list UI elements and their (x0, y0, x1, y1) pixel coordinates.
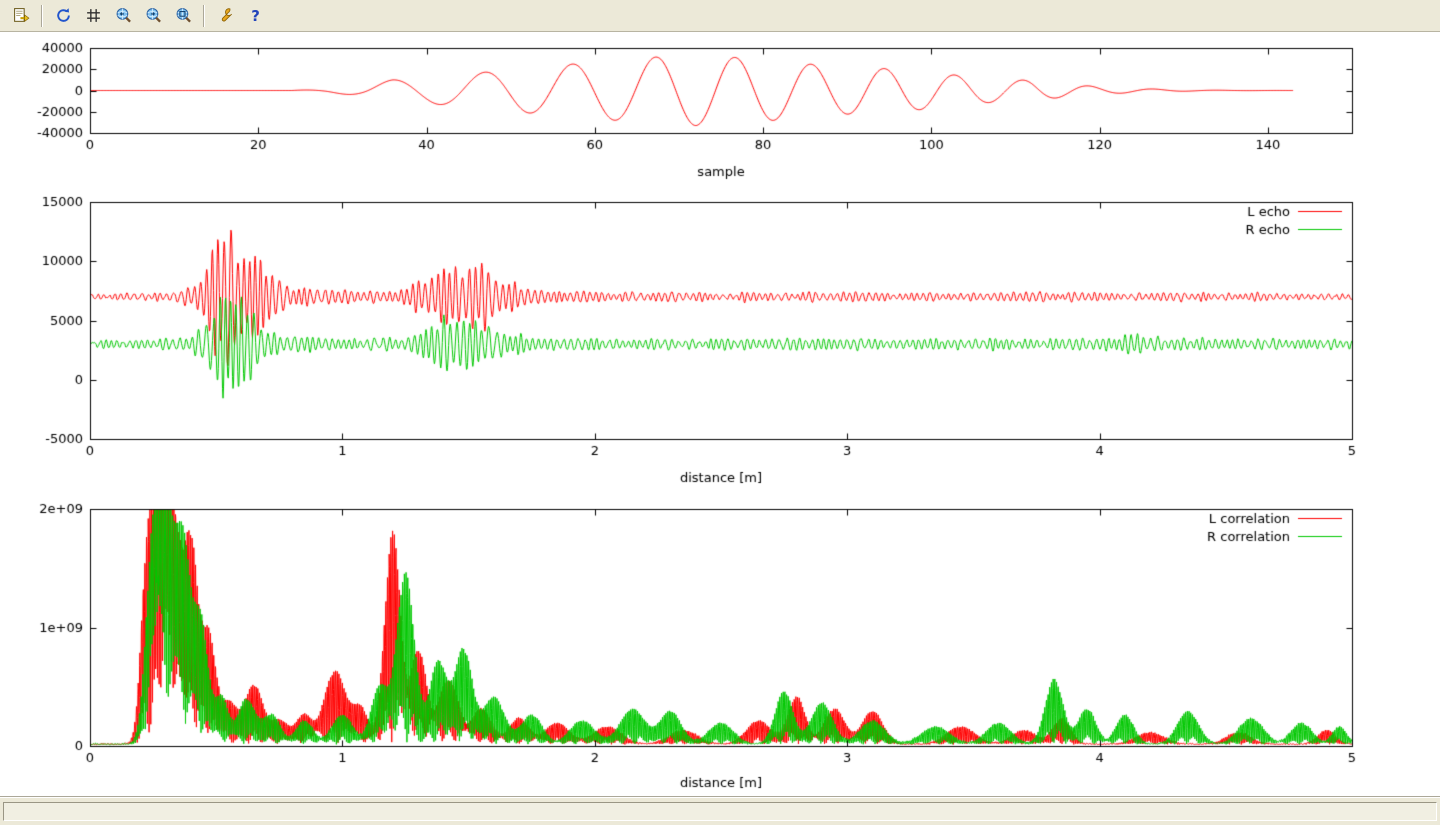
echo-chart-canvas[interactable] (0, 190, 1440, 497)
replot-button[interactable] (50, 3, 76, 29)
gnuplot-window: ? (0, 0, 1440, 825)
toggle-grid-button[interactable] (80, 3, 106, 29)
plot-area (0, 32, 1440, 797)
autoscale-button[interactable] (170, 3, 196, 29)
signal-chart (0, 32, 1440, 190)
status-bar (0, 797, 1440, 825)
refresh-icon (55, 7, 72, 24)
echo-chart (0, 190, 1440, 497)
toolbar-separator (203, 5, 205, 27)
svg-text:?: ? (251, 7, 260, 24)
wrench-icon (217, 7, 234, 24)
status-message (3, 802, 1437, 821)
zoom-next-button[interactable] (140, 3, 166, 29)
autoscale-icon (175, 7, 192, 24)
zoom-previous-icon (115, 7, 132, 24)
copy-to-clipboard-button[interactable] (8, 3, 34, 29)
signal-chart-canvas[interactable] (0, 32, 1440, 190)
help-button[interactable]: ? (242, 3, 268, 29)
grid-icon (85, 7, 102, 24)
copy-icon (13, 7, 30, 24)
configure-button[interactable] (212, 3, 238, 29)
toolbar-separator (41, 5, 43, 27)
toolbar: ? (0, 0, 1440, 32)
correlation-chart (0, 497, 1440, 797)
correlation-chart-canvas[interactable] (0, 497, 1440, 797)
zoom-previous-button[interactable] (110, 3, 136, 29)
zoom-next-icon (145, 7, 162, 24)
help-icon: ? (247, 7, 264, 24)
